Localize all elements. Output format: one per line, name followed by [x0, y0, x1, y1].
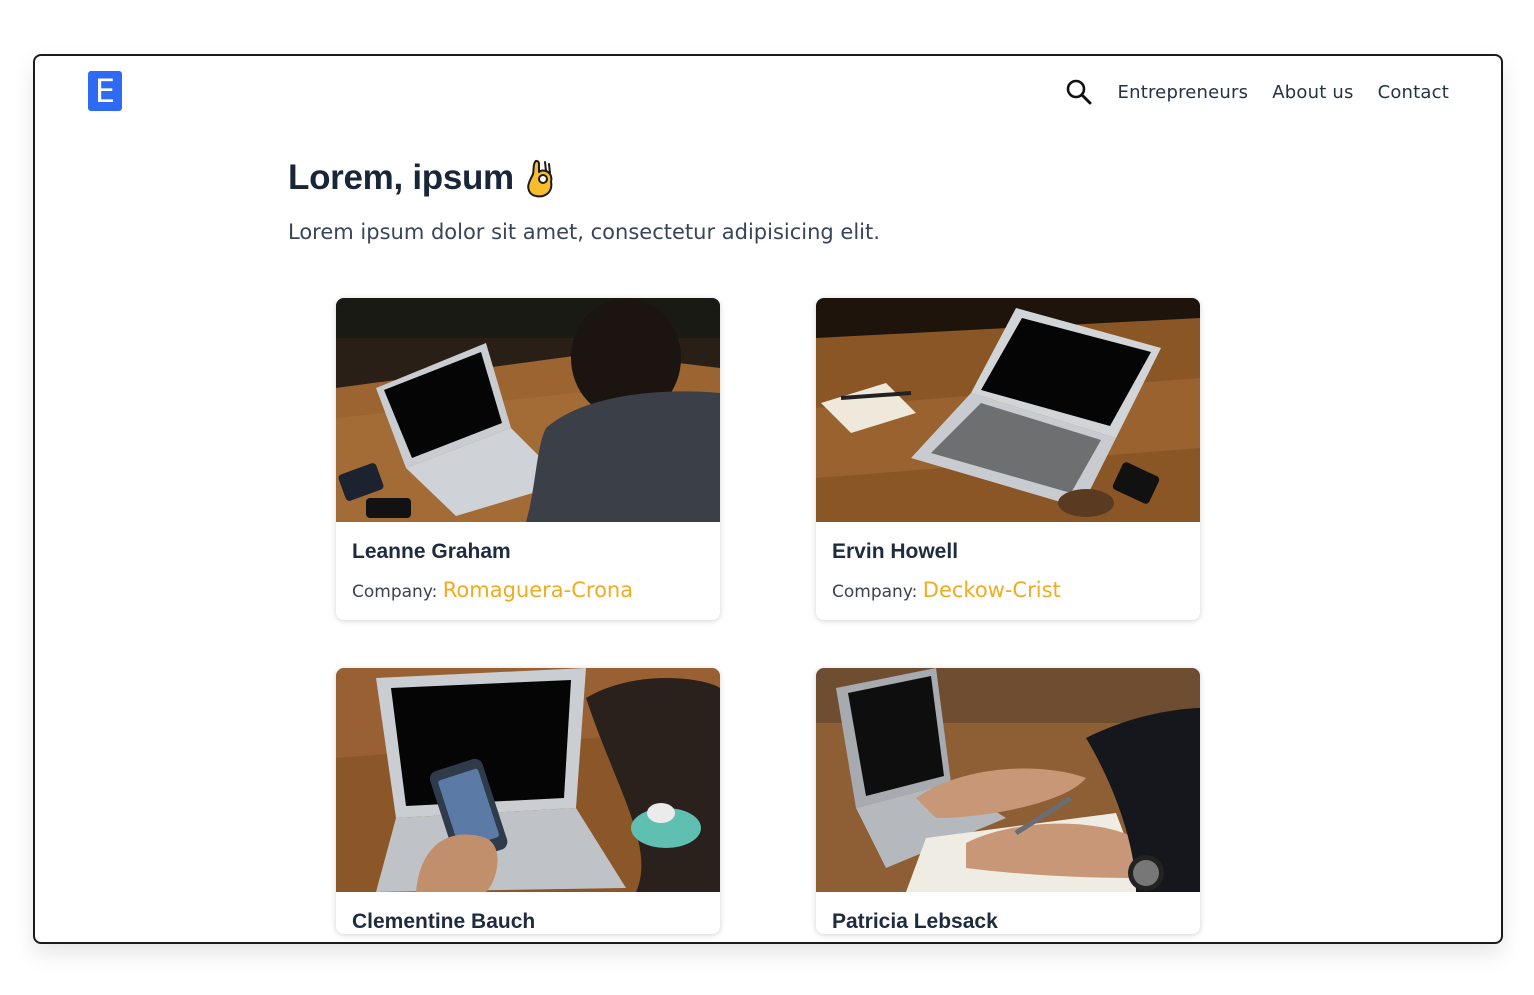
nav-link-contact[interactable]: Contact — [1378, 82, 1449, 103]
page-title-text: Lorem, ipsum — [288, 158, 514, 197]
card-company: Company: Deckow-Crist — [816, 564, 1200, 620]
card-name: Patricia Lebsack — [832, 910, 998, 933]
nav-link-about-us[interactable]: About us — [1272, 82, 1353, 103]
page-title: Lorem, ipsum — [288, 158, 558, 198]
card-company: Company: Romaguera-Crona — [336, 564, 720, 620]
company-label: Company: — [832, 582, 918, 602]
logo[interactable]: E — [88, 71, 122, 111]
nav-link-entrepreneurs[interactable]: Entrepreneurs — [1118, 82, 1249, 103]
card-photo — [336, 668, 720, 892]
card-photo — [336, 298, 720, 522]
search-icon[interactable] — [1065, 78, 1093, 106]
card-name: Clementine Bauch — [352, 910, 536, 933]
entrepreneur-card[interactable]: Ervin Howell Company: Deckow-Crist — [816, 298, 1200, 620]
card-photo — [816, 668, 1200, 892]
company-label: Company: — [352, 582, 438, 602]
main-nav: Entrepreneurs About us Contact — [1065, 78, 1449, 106]
company-link[interactable]: Deckow-Crist — [923, 578, 1061, 602]
page-subtitle: Lorem ipsum dolor sit amet, consectetur … — [288, 220, 880, 244]
ok-hand-emoji — [527, 159, 553, 198]
card-name: Leanne Graham — [352, 540, 511, 563]
entrepreneur-card[interactable]: Clementine Bauch — [336, 668, 720, 934]
browser-window: E Entrepreneurs About us Contact Lorem, … — [33, 54, 1503, 944]
entrepreneur-card[interactable]: Patricia Lebsack — [816, 668, 1200, 934]
card-name: Ervin Howell — [832, 540, 959, 563]
company-link[interactable]: Romaguera-Crona — [443, 578, 633, 602]
card-photo — [816, 298, 1200, 522]
entrepreneur-card[interactable]: Leanne Graham Company: Romaguera-Crona — [336, 298, 720, 620]
